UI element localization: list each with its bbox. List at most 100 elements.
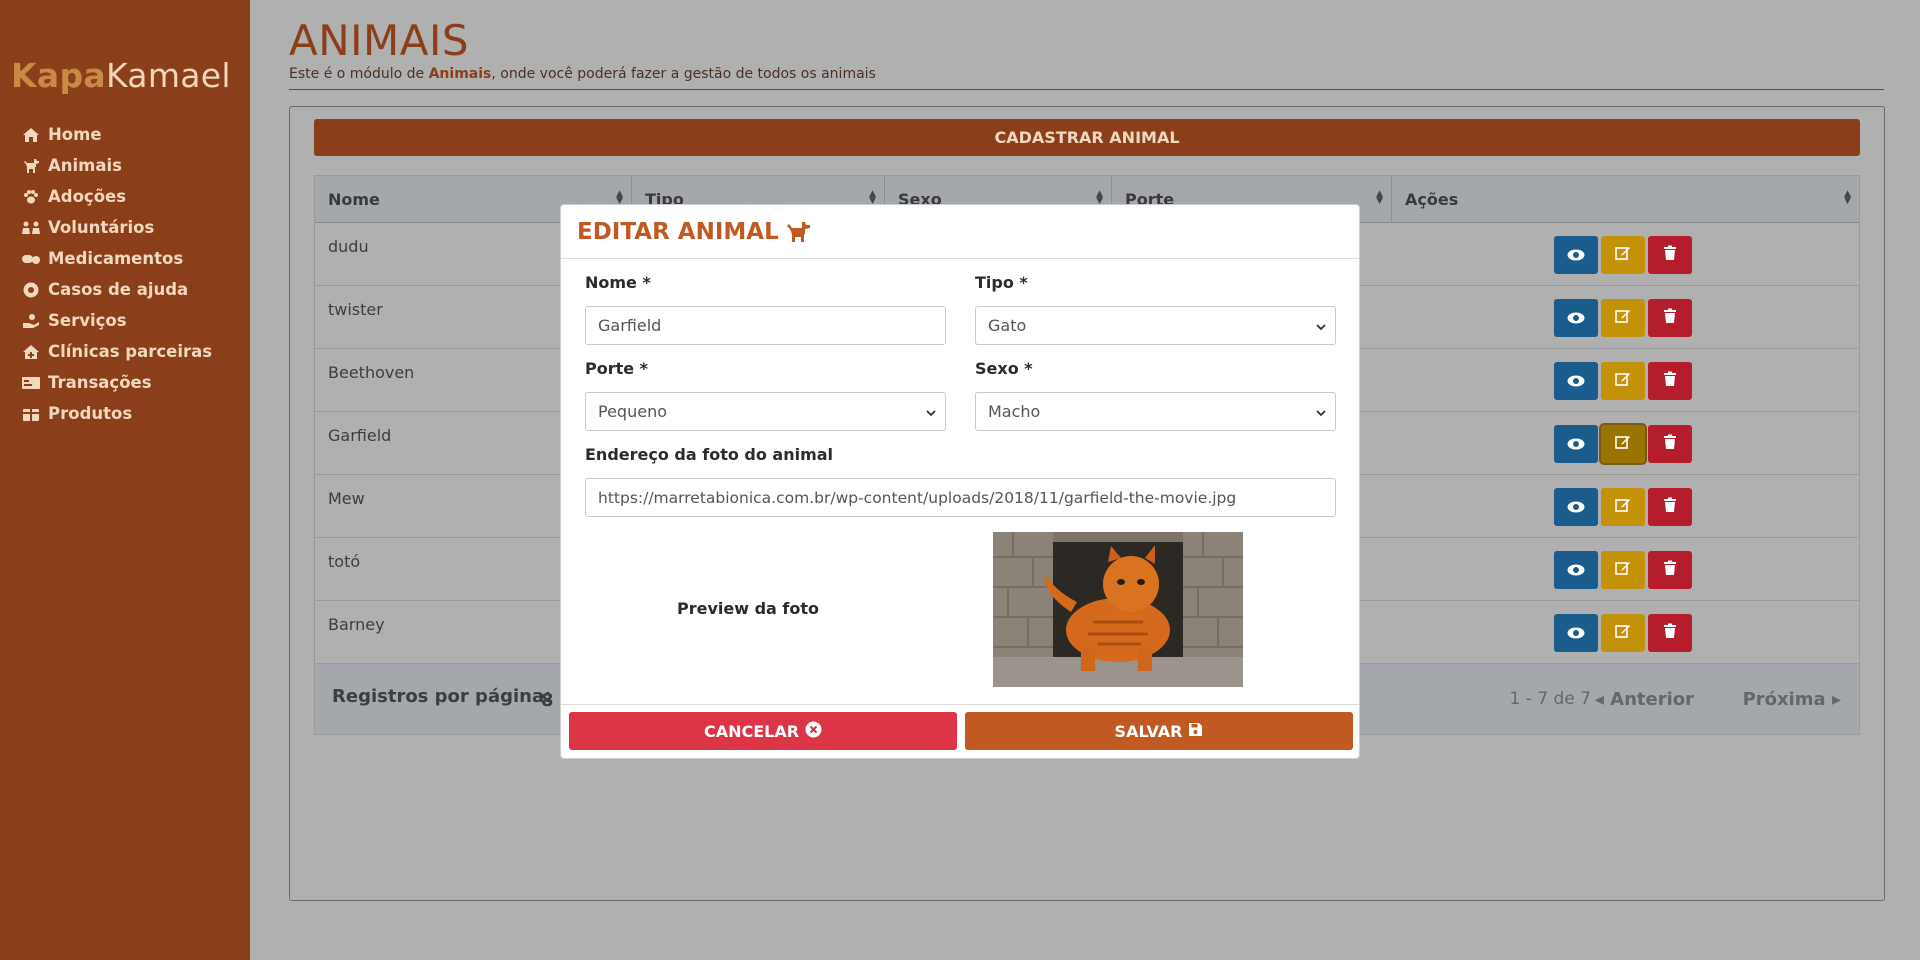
brand-logo[interactable]: KapaKamael [11, 56, 231, 95]
edit-button[interactable] [1601, 488, 1645, 526]
box-icon [20, 406, 42, 422]
eye-icon [1567, 372, 1585, 391]
view-button[interactable] [1554, 488, 1598, 526]
pagination-next-button[interactable]: Próxima ▸ [1743, 689, 1841, 710]
tipo-select-value: Gato [988, 316, 1027, 335]
trash-icon [1663, 245, 1677, 265]
preview-label: Preview da foto [677, 599, 819, 618]
subtitle-text-post: , onde você poderá fazer a gestão de tod… [491, 66, 876, 82]
cell-actions [1392, 538, 1859, 600]
foto-url-input[interactable]: https://marretabionica.com.br/wp-content… [585, 478, 1336, 517]
porte-select[interactable]: Pequeno [585, 392, 946, 431]
nome-input[interactable]: Garfield [585, 306, 946, 345]
chevron-down-icon [1315, 404, 1327, 423]
edit-animal-modal: EDITAR ANIMAL Nome * Garfield Tipo * Gat… [560, 204, 1360, 759]
delete-button[interactable] [1648, 551, 1692, 589]
edit-icon [1615, 371, 1631, 391]
animal-photo-preview [993, 532, 1243, 687]
edit-icon [1615, 434, 1631, 454]
sidebar-item-label: Animais [48, 156, 122, 175]
sidebar-item-clinicas-parceiras[interactable]: Clínicas parceiras [20, 336, 212, 367]
trash-icon [1663, 560, 1677, 580]
tipo-select[interactable]: Gato [975, 306, 1336, 345]
edit-button[interactable] [1601, 362, 1645, 400]
money-icon [20, 376, 42, 390]
trash-icon [1663, 308, 1677, 328]
edit-button[interactable] [1601, 299, 1645, 337]
edit-button[interactable] [1601, 551, 1645, 589]
view-button[interactable] [1554, 299, 1598, 337]
cell-actions [1392, 286, 1859, 348]
foto-label: Endereço da foto do animal [585, 445, 834, 464]
sort-icon: ▲ ▼ [1844, 189, 1851, 206]
pagination-range: 1 - 7 de 7 [1509, 689, 1591, 709]
lifebuoy-icon [20, 281, 42, 299]
modal-header: EDITAR ANIMAL [561, 205, 1359, 259]
sidebar-item-label: Produtos [48, 404, 133, 423]
porte-label: Porte * [585, 359, 649, 378]
trash-icon [1663, 623, 1677, 643]
sidebar-item-animais[interactable]: Animais [20, 150, 212, 181]
save-button-label: SALVAR [1114, 721, 1183, 741]
delete-button[interactable] [1648, 236, 1692, 274]
brand-part2: Kamael [105, 56, 231, 95]
page-subtitle: Este é o módulo de Animais, onde você po… [289, 66, 876, 82]
delete-button[interactable] [1648, 299, 1692, 337]
sidebar-nav: Home Animais Adoções Voluntários Medicam… [20, 119, 212, 429]
sidebar-item-transacoes[interactable]: Transações [20, 367, 212, 398]
view-button[interactable] [1554, 362, 1598, 400]
subtitle-text-bold: Animais [428, 66, 492, 82]
sidebar-item-home[interactable]: Home [20, 119, 212, 150]
per-page-label: Registros por página: [332, 686, 552, 707]
sexo-select[interactable]: Macho [975, 392, 1336, 431]
sidebar-item-medicamentos[interactable]: Medicamentos [20, 243, 212, 274]
eye-icon [1567, 561, 1585, 580]
view-button[interactable] [1554, 425, 1598, 463]
sidebar-item-servicos[interactable]: Serviços [20, 305, 212, 336]
sidebar-item-label: Voluntários [48, 218, 155, 237]
sidebar-item-label: Home [48, 125, 102, 144]
edit-button[interactable] [1601, 236, 1645, 274]
sidebar-item-label: Casos de ajuda [48, 280, 189, 299]
edit-icon [1615, 245, 1631, 265]
delete-button[interactable] [1648, 614, 1692, 652]
column-header-acoes[interactable]: Ações ▲ ▼ [1392, 176, 1859, 222]
edit-button[interactable] [1601, 425, 1645, 463]
delete-button[interactable] [1648, 488, 1692, 526]
trash-icon [1663, 434, 1677, 454]
column-label: Ações [1405, 189, 1459, 209]
pills-icon [20, 251, 42, 267]
sidebar-item-casos-de-ajuda[interactable]: Casos de ajuda [20, 274, 212, 305]
sidebar-item-adocoes[interactable]: Adoções [20, 181, 212, 212]
add-animal-button[interactable]: CADASTRAR ANIMAL [314, 119, 1860, 156]
porte-select-value: Pequeno [598, 402, 667, 421]
delete-button[interactable] [1648, 362, 1692, 400]
nome-label: Nome * [585, 273, 651, 292]
cell-actions [1392, 223, 1859, 285]
edit-button[interactable] [1601, 614, 1645, 652]
per-page-select[interactable]: 8 [541, 690, 554, 711]
column-label: Nome [328, 189, 380, 209]
edit-icon [1615, 623, 1631, 643]
trash-icon [1663, 497, 1677, 517]
view-button[interactable] [1554, 236, 1598, 274]
pagination-prev-button[interactable]: ◂ Anterior [1595, 689, 1694, 710]
subtitle-text-pre: Este é o módulo de [289, 66, 429, 82]
delete-button[interactable] [1648, 425, 1692, 463]
clinic-icon [20, 344, 42, 360]
view-button[interactable] [1554, 551, 1598, 589]
sidebar-item-produtos[interactable]: Produtos [20, 398, 212, 429]
sexo-label: Sexo * [975, 359, 1033, 378]
eye-icon [1567, 498, 1585, 517]
save-button[interactable]: SALVAR [965, 712, 1353, 750]
modal-footer-divider [561, 704, 1359, 705]
view-button[interactable] [1554, 614, 1598, 652]
cancel-button[interactable]: CANCELAR [569, 712, 957, 750]
eye-icon [1567, 624, 1585, 643]
sort-icon: ▲ ▼ [1096, 189, 1103, 206]
brand-part1: Kapa [11, 56, 106, 95]
modal-title: EDITAR ANIMAL [577, 218, 779, 245]
home-icon [20, 127, 42, 143]
sidebar-item-voluntarios[interactable]: Voluntários [20, 212, 212, 243]
sidebar-item-label: Transações [48, 373, 152, 392]
